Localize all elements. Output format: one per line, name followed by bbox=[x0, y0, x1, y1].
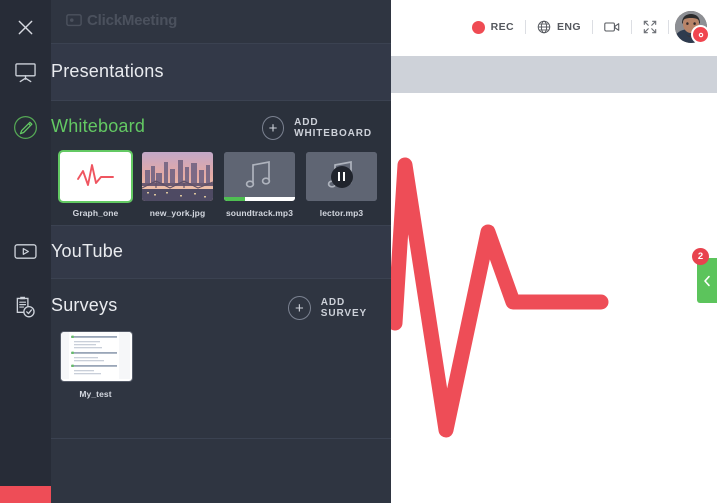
settings-gear-icon[interactable] bbox=[691, 25, 710, 44]
whiteboard-items: Graph_one new_york.jpg soundtrack.mp3 le… bbox=[58, 150, 377, 218]
list-item[interactable]: Graph_one bbox=[58, 150, 133, 218]
youtube-play-icon bbox=[14, 244, 37, 259]
add-whiteboard-label: ADD WHITEBOARD bbox=[294, 117, 373, 139]
sidebar-item-whiteboard[interactable] bbox=[0, 101, 51, 239]
clipboard-check-icon bbox=[16, 296, 35, 317]
plus-circle-icon: + bbox=[262, 116, 285, 140]
fullscreen-button[interactable] bbox=[632, 14, 668, 40]
section-header-youtube[interactable]: YouTube bbox=[51, 241, 391, 262]
section-title: Surveys bbox=[51, 295, 118, 315]
section-title: Presentations bbox=[51, 61, 164, 81]
avatar[interactable] bbox=[675, 11, 710, 44]
list-item[interactable]: lector.mp3 bbox=[306, 152, 377, 218]
pencil-circle-icon bbox=[14, 116, 37, 139]
thumbnail-audio bbox=[224, 152, 295, 201]
attendees-panel-toggle[interactable]: 2 bbox=[692, 248, 717, 303]
content-library-panel: ClickMeeting Presentations Whiteboard + … bbox=[0, 0, 391, 503]
divider bbox=[51, 278, 391, 279]
section-title: Whiteboard bbox=[51, 116, 146, 136]
audio-progress-bar[interactable] bbox=[224, 197, 295, 201]
top-toolbar-actions: REC ENG bbox=[461, 11, 710, 44]
attendees-count-badge: 2 bbox=[692, 248, 709, 265]
presentation-screen-icon bbox=[15, 63, 36, 83]
top-toolbar: REC ENG bbox=[391, 0, 717, 56]
clickmeeting-webinar-room: REC ENG 2 ClickMeeting Presentations Whi… bbox=[0, 0, 717, 503]
survey-items: My_test bbox=[60, 331, 133, 399]
list-item-label: soundtrack.mp3 bbox=[225, 208, 294, 218]
camera-button[interactable] bbox=[593, 14, 631, 40]
record-dot-icon bbox=[471, 20, 485, 34]
whiteboard-canvas[interactable] bbox=[391, 93, 717, 503]
section-header-presentations[interactable]: Presentations bbox=[51, 61, 391, 82]
plus-circle-icon: + bbox=[288, 296, 311, 320]
section-title: YouTube bbox=[51, 241, 124, 261]
add-survey-label: ADD SURVEY bbox=[320, 297, 368, 319]
thumbnail-audio-playing bbox=[306, 152, 377, 201]
thumbnail-graph bbox=[58, 150, 133, 203]
panel-icon-rail bbox=[0, 0, 51, 503]
pause-icon[interactable] bbox=[330, 165, 353, 188]
clickmeeting-mark-icon bbox=[66, 13, 82, 26]
divider bbox=[51, 438, 391, 439]
divider bbox=[51, 43, 391, 44]
sidebar-item-youtube[interactable] bbox=[0, 225, 51, 278]
divider bbox=[51, 225, 391, 226]
close-button[interactable] bbox=[0, 10, 51, 44]
clickmeeting-logo: ClickMeeting bbox=[66, 12, 177, 29]
fullscreen-icon bbox=[643, 20, 657, 34]
list-item[interactable]: soundtrack.mp3 bbox=[224, 152, 295, 218]
list-item[interactable]: new_york.jpg bbox=[142, 152, 213, 218]
presentation-stage: REC ENG 2 bbox=[391, 0, 717, 503]
camera-icon bbox=[604, 22, 620, 32]
list-item-label: My_test bbox=[79, 389, 112, 399]
list-item[interactable]: My_test bbox=[60, 331, 133, 399]
record-button[interactable]: REC bbox=[461, 14, 525, 40]
divider bbox=[51, 100, 391, 101]
globe-icon bbox=[537, 20, 551, 34]
pulse-line-drawing bbox=[391, 157, 609, 438]
language-label: ENG bbox=[557, 21, 581, 33]
bottom-left-red-block bbox=[0, 486, 51, 503]
language-button[interactable]: ENG bbox=[526, 14, 592, 40]
toolbar-divider bbox=[668, 20, 669, 34]
add-whiteboard-button[interactable]: + ADD WHITEBOARD bbox=[262, 116, 391, 140]
thumbnail-image bbox=[142, 152, 213, 201]
sidebar-item-surveys[interactable] bbox=[0, 278, 51, 336]
stage-toolbar-band bbox=[391, 56, 717, 93]
close-icon bbox=[18, 20, 33, 34]
chevron-left-icon bbox=[704, 275, 710, 286]
list-item-label: Graph_one bbox=[72, 208, 119, 218]
record-label: REC bbox=[490, 21, 515, 33]
thumbnail-survey bbox=[60, 331, 133, 382]
list-item-label: new_york.jpg bbox=[149, 208, 206, 218]
add-survey-button[interactable]: + ADD SURVEY bbox=[288, 296, 391, 320]
sidebar-item-presentations[interactable] bbox=[0, 44, 51, 101]
clickmeeting-logo-text: ClickMeeting bbox=[87, 12, 178, 29]
list-item-label: lector.mp3 bbox=[319, 208, 364, 218]
